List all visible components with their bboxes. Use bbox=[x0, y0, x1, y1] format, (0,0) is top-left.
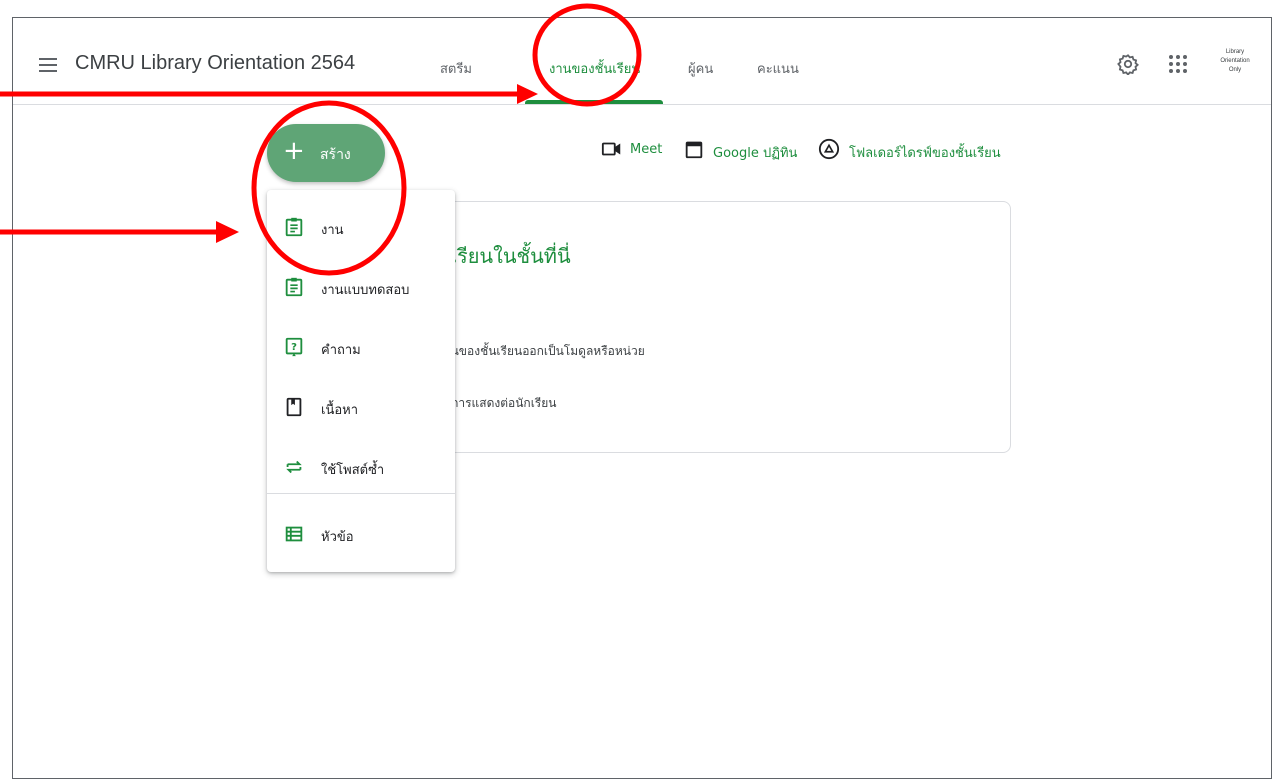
card-text-line: องการแสดงต่อนักเรียน bbox=[438, 396, 557, 410]
active-tab-indicator bbox=[525, 100, 663, 104]
material-icon bbox=[286, 397, 302, 417]
hamburger-menu-icon[interactable] bbox=[39, 58, 57, 72]
tab-grades[interactable]: คะแนน bbox=[757, 58, 799, 79]
menu-item-question[interactable]: ? คำถาม bbox=[267, 328, 455, 368]
menu-item-quiz-assignment[interactable]: งานแบบทดสอบ bbox=[267, 268, 455, 308]
card-text-line: งานของชั้นเรียนออกเป็นโมดูลหรือหน่วย bbox=[438, 344, 645, 358]
plus-icon: + bbox=[283, 136, 305, 166]
top-app-bar: CMRU Library Orientation 2564 สตรีม งานข… bbox=[13, 18, 1271, 105]
menu-item-label: งานแบบทดสอบ bbox=[321, 283, 410, 298]
empty-state-card: กเรียนในชั้นที่นี่ งานของชั้นเรียนออกเป็… bbox=[371, 201, 1011, 453]
drive-folder-icon[interactable] bbox=[818, 138, 840, 160]
menu-item-label: ใช้โพสต์ซ้ำ bbox=[321, 463, 385, 478]
tab-classwork[interactable]: งานของชั้นเรียน bbox=[549, 58, 640, 79]
card-heading: กเรียนในชั้นที่นี่ bbox=[438, 244, 571, 268]
menu-divider bbox=[267, 493, 455, 494]
tab-stream[interactable]: สตรีม bbox=[440, 58, 472, 79]
question-icon: ? bbox=[285, 337, 303, 357]
meet-icon[interactable] bbox=[601, 138, 623, 160]
assignment-icon bbox=[285, 217, 303, 237]
create-button[interactable]: + สร้าง bbox=[267, 124, 385, 182]
menu-item-label: คำถาม bbox=[321, 343, 361, 358]
menu-item-material[interactable]: เนื้อหา bbox=[267, 388, 455, 428]
menu-item-reuse-post[interactable]: ใช้โพสต์ซ้ำ bbox=[267, 448, 455, 488]
calendar-icon[interactable] bbox=[683, 138, 705, 160]
meet-link[interactable]: Meet bbox=[630, 142, 662, 157]
menu-item-topic[interactable]: หัวข้อ bbox=[267, 515, 455, 555]
menu-item-assignment[interactable]: งาน bbox=[267, 208, 455, 248]
gear-icon[interactable] bbox=[1117, 53, 1139, 75]
account-avatar[interactable]: Library Orientation Only bbox=[1216, 48, 1254, 86]
class-title[interactable]: CMRU Library Orientation 2564 bbox=[75, 52, 355, 75]
reuse-post-icon bbox=[286, 460, 302, 474]
quiz-assignment-icon bbox=[285, 277, 303, 297]
menu-item-label: หัวข้อ bbox=[321, 530, 354, 545]
create-button-label: สร้าง bbox=[320, 147, 351, 163]
drive-folder-link[interactable]: โฟลเดอร์ไดรฟ์ของชั้นเรียน bbox=[849, 142, 1001, 163]
menu-item-label: เนื้อหา bbox=[321, 403, 359, 418]
svg-text:?: ? bbox=[291, 342, 297, 353]
google-apps-icon[interactable] bbox=[1169, 55, 1187, 73]
calendar-link[interactable]: Google ปฏิทิน bbox=[713, 142, 797, 163]
menu-item-label: งาน bbox=[321, 223, 344, 238]
create-menu: งาน งานแบบทดสอบ ? คำถาม เนื้อหา ใช้โพสต์… bbox=[267, 190, 455, 572]
tab-people[interactable]: ผู้คน bbox=[688, 58, 713, 79]
topic-icon bbox=[285, 526, 303, 542]
classroom-window: CMRU Library Orientation 2564 สตรีม งานข… bbox=[12, 17, 1272, 779]
